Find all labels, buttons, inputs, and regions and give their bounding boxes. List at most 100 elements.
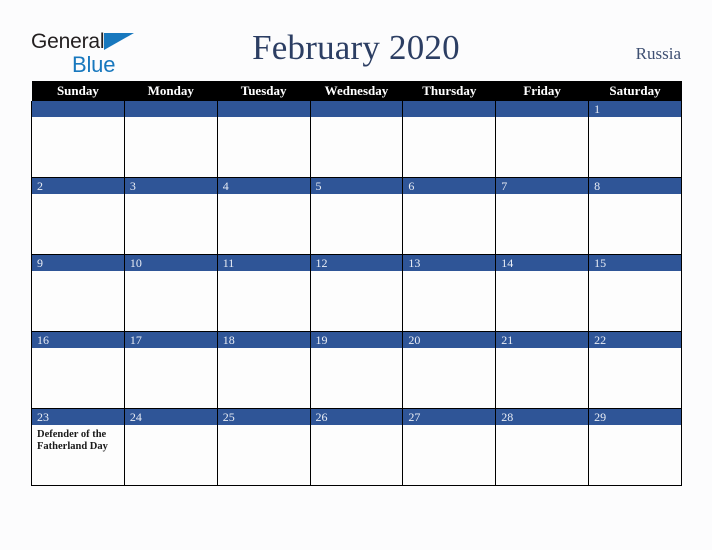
- day-cell[interactable]: 23 Defender of the Fatherland Day: [31, 408, 125, 486]
- day-number: 29: [589, 409, 681, 425]
- day-number: 16: [32, 332, 124, 348]
- day-number: 9: [32, 255, 124, 271]
- day-number: 14: [496, 255, 589, 271]
- day-cell[interactable]: 6: [402, 177, 497, 255]
- day-number: 12: [310, 255, 403, 271]
- day-content: [589, 117, 681, 171]
- day-cell[interactable]: 7: [495, 177, 590, 255]
- day-content: [311, 425, 403, 479]
- day-cell[interactable]: 26: [309, 408, 404, 486]
- day-number: 11: [217, 255, 310, 271]
- day-content: [589, 348, 681, 402]
- day-content: [125, 425, 217, 479]
- calendar-week-row: 2 3 4 5 6 7 8: [31, 177, 682, 255]
- day-cell[interactable]: 17: [123, 331, 218, 409]
- day-cell[interactable]: 4: [216, 177, 311, 255]
- day-number: 6: [403, 178, 496, 194]
- calendar-week-row: 16 17 18 19 20 21 22: [31, 331, 682, 409]
- day-content: [403, 271, 495, 325]
- day-cell[interactable]: [309, 101, 404, 178]
- day-number: 25: [217, 409, 310, 425]
- day-content: [403, 194, 495, 248]
- day-cell[interactable]: 15: [588, 254, 682, 332]
- day-number: [124, 101, 217, 117]
- day-number: 19: [310, 332, 403, 348]
- day-content: [311, 271, 403, 325]
- day-content: [32, 271, 124, 325]
- day-cell[interactable]: 5: [309, 177, 404, 255]
- day-cell[interactable]: [402, 101, 497, 178]
- weekday-header-friday: Friday: [495, 81, 589, 101]
- day-cell[interactable]: [216, 101, 311, 178]
- day-cell[interactable]: 25: [216, 408, 311, 486]
- day-content: [32, 348, 124, 402]
- day-content: [311, 194, 403, 248]
- day-content: Defender of the Fatherland Day: [32, 425, 124, 479]
- day-number: 8: [589, 178, 681, 194]
- day-cell[interactable]: 18: [216, 331, 311, 409]
- weekday-header-tuesday: Tuesday: [217, 81, 311, 101]
- calendar-week-row: 1: [31, 101, 682, 178]
- day-number: 21: [496, 332, 589, 348]
- page-header: General Blue February 2020 Russia: [0, 0, 712, 80]
- day-content: [125, 194, 217, 248]
- day-content: [218, 425, 310, 479]
- day-content: [496, 348, 588, 402]
- day-number: 17: [124, 332, 217, 348]
- day-content: [311, 117, 403, 171]
- day-number: 22: [589, 332, 681, 348]
- day-cell[interactable]: 3: [123, 177, 218, 255]
- day-content: [496, 117, 588, 171]
- day-number: 13: [403, 255, 496, 271]
- day-number: [32, 101, 124, 117]
- day-cell[interactable]: 21: [495, 331, 590, 409]
- calendar-page: General Blue February 2020 Russia Sunday…: [0, 0, 712, 550]
- day-number: 3: [124, 178, 217, 194]
- day-cell[interactable]: 27: [402, 408, 497, 486]
- day-cell[interactable]: 12: [309, 254, 404, 332]
- day-cell[interactable]: 20: [402, 331, 497, 409]
- day-content: [403, 348, 495, 402]
- day-cell[interactable]: 11: [216, 254, 311, 332]
- day-cell[interactable]: 28: [495, 408, 590, 486]
- day-content: [589, 194, 681, 248]
- day-cell[interactable]: 9: [31, 254, 125, 332]
- day-content: [125, 271, 217, 325]
- day-cell[interactable]: 2: [31, 177, 125, 255]
- day-number: 7: [496, 178, 589, 194]
- day-number: 10: [124, 255, 217, 271]
- day-cell[interactable]: 22: [588, 331, 682, 409]
- day-cell[interactable]: 16: [31, 331, 125, 409]
- day-number: [310, 101, 403, 117]
- calendar-body: 1 2 3 4 5 6 7 8 9 10 11 12 13 14 15 16 1…: [31, 101, 682, 486]
- day-cell[interactable]: 10: [123, 254, 218, 332]
- day-number: 27: [403, 409, 496, 425]
- day-number: 23: [32, 409, 124, 425]
- day-number: 15: [589, 255, 681, 271]
- day-content: [218, 271, 310, 325]
- day-number: 20: [403, 332, 496, 348]
- day-cell[interactable]: 14: [495, 254, 590, 332]
- day-cell[interactable]: 1: [588, 101, 682, 178]
- day-content: [403, 425, 495, 479]
- day-cell[interactable]: [31, 101, 125, 178]
- day-number: [217, 101, 310, 117]
- calendar-week-row: 9 10 11 12 13 14 15: [31, 254, 682, 332]
- calendar-header-row: Sunday Monday Tuesday Wednesday Thursday…: [31, 81, 682, 101]
- day-cell[interactable]: [123, 101, 218, 178]
- day-content: [218, 348, 310, 402]
- day-content: [125, 348, 217, 402]
- day-number: [403, 101, 496, 117]
- day-cell[interactable]: [495, 101, 590, 178]
- day-number: 28: [496, 409, 589, 425]
- weekday-header-sunday: Sunday: [31, 81, 125, 101]
- day-cell[interactable]: 29: [588, 408, 682, 486]
- calendar-week-row: 23 Defender of the Fatherland Day 24 25: [31, 408, 682, 486]
- weekday-header-thursday: Thursday: [402, 81, 496, 101]
- day-cell[interactable]: 13: [402, 254, 497, 332]
- day-cell[interactable]: 8: [588, 177, 682, 255]
- day-cell[interactable]: 19: [309, 331, 404, 409]
- day-content: [496, 271, 588, 325]
- day-number: 4: [217, 178, 310, 194]
- day-cell[interactable]: 24: [123, 408, 218, 486]
